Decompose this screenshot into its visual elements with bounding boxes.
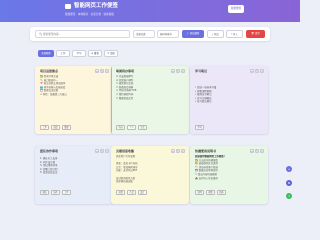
delete-icon[interactable]: × [181, 149, 185, 153]
delete-icon[interactable]: × [260, 149, 264, 153]
tag[interactable]: 生活 [137, 124, 148, 130]
note-body: 1. 确认分工安排 2. 同步设计稿 3. 测试用例评审 4. 部署上线计划 5… [40, 157, 108, 175]
export-button[interactable]: ⤓ 导出 [207, 30, 224, 38]
tag[interactable]: 个人 [126, 124, 137, 130]
note-line: ⚠ 风险：依赖第三方接口 [40, 92, 67, 96]
search-placeholder: 🔍 搜索便签内容... [39, 33, 62, 36]
category-select-value: 全部分类 [136, 33, 146, 36]
note-accent [111, 66, 112, 134]
tag[interactable]: 产品 [126, 189, 137, 195]
note-card-ideas[interactable]: 灵感创意收集 ⌂ ✎ × 优化用户引导流程 界面：改进卡片布局 交互：增加拖拽排序 … [111, 146, 189, 204]
tag[interactable]: 学习 [195, 124, 205, 130]
tag[interactable]: 设计 [137, 189, 148, 195]
note-line: • 练习算法题目 [195, 100, 212, 104]
note-body: 欢迎使用智能网页工作便签！ ✅ 点击加号新建便签 🎨 选择颜色区分类型 🏷 添加… [195, 155, 263, 180]
note-line: ☐ 整理桌面文件 [116, 96, 134, 100]
tab-work[interactable]: 工作 [56, 50, 70, 57]
note-tags: 创意 产品 设计 [116, 189, 149, 195]
note-tags: 说明 帮助 指南 [195, 189, 228, 195]
note-title: 每周待办事项 [116, 69, 135, 73]
gear-icon[interactable]: ⚙ [286, 180, 292, 186]
note-card-study[interactable]: 学习笔记 ⌂ ✎ × • 阅读一章技术书籍 • 观看课程视频 • 整理读书笔记 • … [190, 66, 268, 134]
note-actions: ⌂ ✎ × [249, 149, 264, 153]
pin-icon[interactable]: ⌂ [250, 69, 254, 73]
tag[interactable]: 重要 [61, 124, 72, 130]
help-icon[interactable]: ? [286, 193, 292, 199]
note-body: ✅ 需求评审完成 🔧 接口联调中… 📅 周五前提交测试版本 👥 同步前端与后端进… [40, 75, 108, 97]
toolbar: 🔍 搜索便签内容... 全部分类 按时间排序 ＋ 添加便签 ⤓ 导出 ⤒ 导入 … [30, 27, 270, 41]
note-actions: ⌂ ✎ × [94, 149, 109, 153]
note-icon [65, 4, 71, 9]
tag[interactable]: 工作 [61, 189, 72, 195]
note-title: 团队协作事项 [40, 149, 59, 153]
tag[interactable]: 待办 [116, 124, 126, 130]
app-header: 智能网页工作便签 拖拽便签 · 本地保存 · 标签分类 · 快捷编辑 新建便签 [0, 0, 300, 22]
note-tags: 学习 [195, 124, 206, 130]
note-title: 灵感创意收集 [116, 149, 135, 153]
category-select[interactable]: 全部分类 [133, 30, 155, 38]
edit-icon[interactable]: ✎ [255, 149, 259, 153]
delete-icon[interactable]: × [181, 69, 185, 73]
app-title: 智能网页工作便签 [74, 3, 119, 9]
edit-icon[interactable]: ✎ [100, 69, 104, 73]
edit-icon[interactable]: ✎ [176, 149, 180, 153]
plus-icon[interactable]: + [286, 166, 292, 172]
note-line: 📤 支持导入导出备份 [195, 176, 218, 180]
note-body: • 阅读一章技术书籍 • 观看课程视频 • 整理读书笔记 • 复习关键概念 • … [195, 86, 263, 104]
note-card-team[interactable]: 团队协作事项 ⌂ ✎ × 1. 确认分工安排 2. 同步设计稿 3. 测试用例评审 … [35, 146, 113, 204]
note-body: 优化用户引导流程 界面：改进卡片布局 交互：增加拖拽排序 功能：支持导出PDF … [116, 155, 184, 184]
note-line: 5. 复盘总结会议 [40, 171, 58, 175]
note-actions: ⌂ ✎ × [170, 69, 185, 73]
pin-icon[interactable]: ⌂ [95, 69, 99, 73]
import-button[interactable]: ⤒ 导入 [226, 30, 243, 38]
note-card-progress[interactable]: 项目进度要点 ⌂ ✎ × ✅ 需求评审完成 🔧 接口联调中… 📅 周五前提交测试版本… [35, 66, 113, 134]
edit-icon[interactable]: ✎ [100, 149, 104, 153]
tag[interactable]: 说明 [195, 189, 205, 195]
pin-icon[interactable]: ⌂ [95, 149, 99, 153]
note-body: ☑ 完成周报撰写 ☑ 回复客户邮件 ☐ 更新项目文档 ☐ 准备周会材料 ☐ 代码… [116, 75, 184, 100]
note-title: 快捷使用说明书 [195, 149, 217, 153]
sort-select[interactable]: 按时间排序 [157, 30, 179, 38]
delete-icon[interactable]: × [260, 69, 264, 73]
pin-icon[interactable]: ⌂ [250, 149, 254, 153]
delete-icon[interactable]: × [105, 149, 109, 153]
note-actions: ⌂ ✎ × [170, 149, 185, 153]
note-actions: ⌂ ✎ × [249, 69, 264, 73]
note-tags: 待办 个人 生活 [116, 124, 149, 130]
tag[interactable]: 团队 [40, 189, 50, 195]
note-card-weekly[interactable]: 每周待办事项 ⌂ ✎ × ☑ 完成周报撰写 ☑ 回复客户邮件 ☐ 更新项目文档 ☐ … [111, 66, 189, 134]
app-subtitle: 拖拽便签 · 本地保存 · 标签分类 · 快捷编辑 [65, 13, 114, 16]
tag[interactable]: 协作 [50, 189, 61, 195]
note-tags: 工作 进度 重要 [40, 124, 73, 130]
add-note-button[interactable]: ＋ 添加便签 [182, 30, 204, 38]
note-tags: 团队 协作 工作 [40, 189, 73, 195]
tag[interactable]: 指南 [216, 189, 227, 195]
note-line: 优化移动端适配 [116, 180, 133, 184]
clear-button[interactable]: 🗑 清空 [246, 30, 265, 38]
note-title: 学习笔记 [195, 69, 208, 73]
tag[interactable]: 帮助 [205, 189, 216, 195]
tag[interactable]: 进度 [50, 124, 61, 130]
pin-icon[interactable]: ⌂ [171, 149, 175, 153]
tag[interactable]: 创意 [116, 189, 126, 195]
note-actions: ⌂ ✎ × [94, 69, 109, 73]
edit-icon[interactable]: ✎ [255, 69, 259, 73]
pin-icon[interactable]: ⌂ [171, 69, 175, 73]
sort-select-value: 按时间排序 [160, 33, 172, 36]
delete-icon[interactable]: × [105, 69, 109, 73]
search-input[interactable]: 🔍 搜索便签内容... [35, 30, 130, 38]
tab-draft[interactable]: ✎ 草稿 [104, 50, 118, 57]
tab-study[interactable]: 学习 [72, 50, 86, 57]
tag[interactable]: 工作 [40, 124, 50, 130]
new-note-button[interactable]: 新建便签 [228, 5, 244, 13]
edit-icon[interactable]: ✎ [176, 69, 180, 73]
tab-important[interactable]: ★ 重要 [88, 50, 102, 57]
note-card-guide[interactable]: 快捷使用说明书 ⌂ ✎ × 欢迎使用智能网页工作便签！ ✅ 点击加号新建便签 🎨 选… [190, 146, 268, 204]
note-title: 项目进度要点 [40, 69, 59, 73]
tab-all[interactable]: 全部便签 [38, 50, 54, 57]
